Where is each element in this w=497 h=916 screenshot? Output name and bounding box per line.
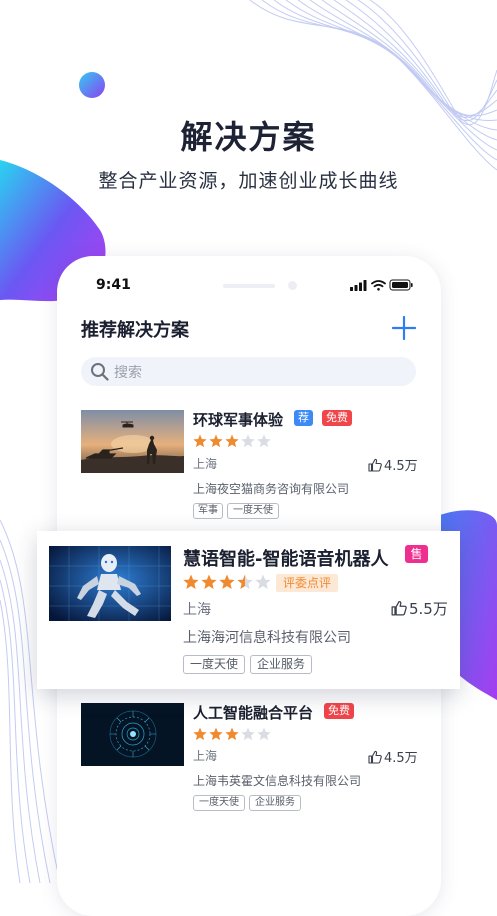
rating-stars <box>193 726 271 745</box>
likes-count: 5.5万 <box>409 600 448 618</box>
star-icon <box>241 727 255 741</box>
star-icon <box>219 574 235 589</box>
thumbnail-military <box>81 410 184 473</box>
rating-stars <box>193 433 271 452</box>
featured-likes: 5.5万 <box>391 598 448 619</box>
status-icons <box>350 279 413 291</box>
signal-icon <box>350 280 367 291</box>
star-icon <box>225 434 239 448</box>
page-title: 推荐解决方案 <box>81 320 189 341</box>
likes-count: 4.5万 <box>384 751 418 766</box>
search-input[interactable]: 搜索 <box>81 357 416 386</box>
item-company: 上海夜空猫商务咨询有限公司 <box>193 482 350 496</box>
star-icon <box>209 727 223 741</box>
wifi-icon <box>371 280 386 291</box>
thumbnail-robot <box>49 546 171 621</box>
thumbs-up-icon <box>368 750 382 764</box>
thumbs-up-icon <box>368 458 382 472</box>
star-icon <box>193 434 207 448</box>
tag[interactable]: 企业服务 <box>249 795 301 811</box>
item-title: 环球军事体验 <box>193 411 284 429</box>
search-icon <box>91 363 109 381</box>
featured-city: 上海 <box>183 602 211 618</box>
item-likes: 4.5万 <box>368 747 418 766</box>
tag[interactable]: 一度天使 <box>183 655 245 674</box>
star-icon <box>237 574 253 589</box>
star-icon <box>257 727 271 741</box>
featured-title: 慧语智能-智能语音机器人 <box>183 549 389 570</box>
phone-camera <box>288 281 297 290</box>
star-icon <box>225 727 239 741</box>
item-title: 人工智能融合平台 <box>193 704 314 722</box>
item-company: 上海韦英霍文信息科技有限公司 <box>193 774 362 788</box>
likes-count: 4.5万 <box>384 459 418 474</box>
star-icon <box>193 727 207 741</box>
hero-title: 解决方案 <box>180 118 317 156</box>
add-icon[interactable] <box>392 316 416 340</box>
tag[interactable]: 军事 <box>193 503 223 519</box>
item-city: 上海 <box>193 749 218 763</box>
tag[interactable]: 一度天使 <box>227 503 279 519</box>
tag[interactable]: 企业服务 <box>250 655 312 674</box>
star-icon <box>209 434 223 448</box>
star-icon <box>255 574 271 589</box>
thumbs-up-icon <box>391 601 407 616</box>
hero-subtitle: 整合产业资源，加速创业成长曲线 <box>98 170 399 192</box>
star-icon <box>257 434 271 448</box>
badge-free: 免费 <box>324 703 354 719</box>
search-placeholder: 搜索 <box>114 365 142 381</box>
tag[interactable]: 一度天使 <box>193 795 245 811</box>
item-likes: 4.5万 <box>368 455 418 474</box>
battery-icon <box>389 279 413 291</box>
status-time: 9:41 <box>96 277 131 293</box>
star-icon <box>241 434 255 448</box>
item-city: 上海 <box>193 457 218 471</box>
badge-free: 免费 <box>322 410 352 426</box>
featured-company: 上海海河信息科技有限公司 <box>183 630 351 646</box>
phone-speaker <box>223 284 275 288</box>
star-icon <box>201 574 217 589</box>
review-label[interactable]: 评委点评 <box>276 574 338 592</box>
badge-sale: 售 <box>405 545 428 563</box>
star-icon <box>183 574 199 589</box>
thumbnail-ai-platform <box>81 703 184 766</box>
rating-stars <box>183 574 271 594</box>
badge-recommend: 荐 <box>294 410 313 426</box>
